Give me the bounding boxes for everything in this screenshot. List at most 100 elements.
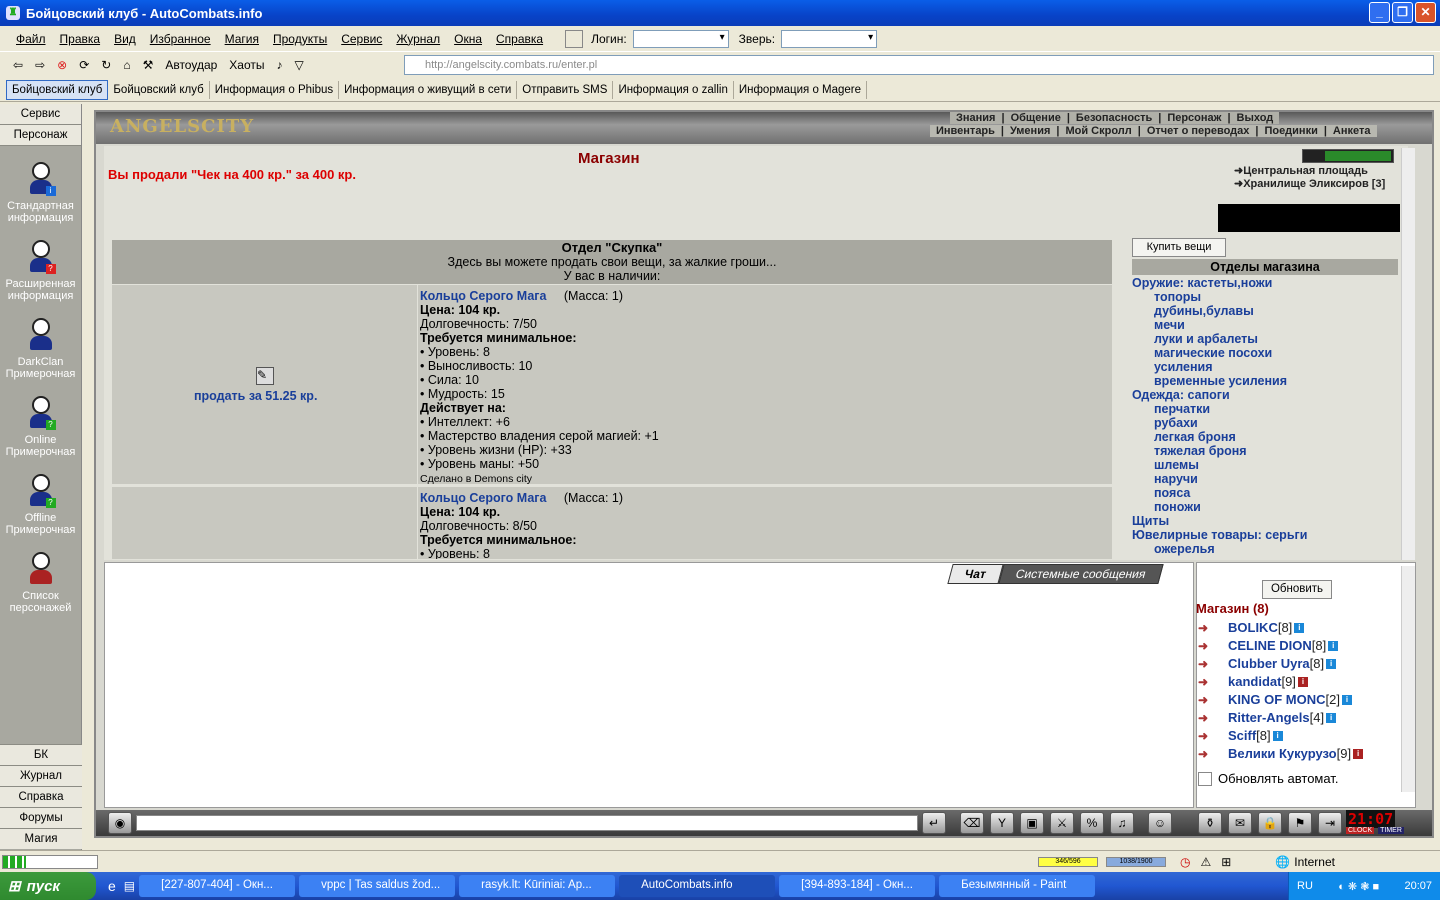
lp-service[interactable]: Сервис <box>0 104 81 125</box>
user-name[interactable]: BOLIKC <box>1228 620 1278 635</box>
lp-character-list[interactable]: Список персонажей <box>0 552 81 614</box>
menu-service[interactable]: Сервис <box>341 32 382 46</box>
exit-icon[interactable]: ⇥ <box>1318 812 1342 834</box>
sound-icon[interactable]: ♪ <box>274 58 286 72</box>
send-icon[interactable]: ↵ <box>922 812 946 834</box>
category-link[interactable]: магические посохи <box>1132 346 1398 360</box>
filter-chat-icon[interactable]: Y <box>990 812 1014 834</box>
user-name[interactable]: Ritter-Angels <box>1228 710 1310 725</box>
online-user[interactable]: ➜ Ritter-Angels [4] i <box>1198 710 1337 725</box>
stop-icon[interactable]: ⊗ <box>54 58 70 72</box>
category-link[interactable]: луки и арбалеты <box>1132 332 1398 346</box>
ie-quicklaunch-icon[interactable]: e <box>108 878 116 894</box>
filter-icon[interactable]: ▽ <box>292 58 307 72</box>
potion-icon[interactable]: ⚱ <box>1198 812 1222 834</box>
login-select[interactable] <box>632 29 729 48</box>
user-name[interactable]: CELINE DION <box>1228 638 1312 653</box>
nav-security[interactable]: Безопасность <box>1070 112 1158 124</box>
category-link[interactable]: поножи <box>1132 500 1398 514</box>
fav-fightclub[interactable]: Бойцовский клуб <box>108 80 210 99</box>
nav-scroll[interactable]: Мой Скролл <box>1059 125 1137 137</box>
lp-help[interactable]: Справка <box>0 786 82 807</box>
lp-character[interactable]: Персонаж <box>0 125 81 146</box>
home-icon[interactable]: ⌂ <box>120 58 133 72</box>
eraser-icon[interactable]: ⌫ <box>960 812 984 834</box>
nav-character[interactable]: Персонаж <box>1161 112 1227 124</box>
maximize-button[interactable]: ❐ <box>1392 2 1413 23</box>
category-link[interactable]: перчатки <box>1132 402 1398 416</box>
pet-select[interactable] <box>781 29 878 48</box>
task-button[interactable]: [394-893-184] - Окн... <box>779 875 936 897</box>
menu-magic[interactable]: Магия <box>225 32 259 46</box>
task-button[interactable]: rasyk.lt: Kūriniai: Ap... <box>459 875 616 897</box>
percent-icon[interactable]: % <box>1080 812 1104 834</box>
flag-icon[interactable]: ⚑ <box>1288 812 1312 834</box>
tab-system-messages[interactable]: Системные сообщения <box>998 564 1164 584</box>
category-link[interactable]: Ювелирные товары: серьги <box>1132 528 1398 542</box>
fight-icon[interactable]: ⚔ <box>1050 812 1074 834</box>
category-link[interactable]: топоры <box>1132 290 1398 304</box>
category-link[interactable]: наручи <box>1132 472 1398 486</box>
menu-favorites[interactable]: Избранное <box>150 32 211 46</box>
online-user[interactable]: ➜ BOLIKC [8] i <box>1198 620 1305 635</box>
category-link[interactable]: ожерелья <box>1132 542 1398 556</box>
minimize-button[interactable]: _ <box>1369 2 1390 23</box>
lock-icon[interactable]: 🔒 <box>1258 812 1282 834</box>
category-link[interactable]: Оружие: кастеты,ножи <box>1132 276 1398 290</box>
chaots-button[interactable]: Хаоты <box>226 58 267 72</box>
menu-windows[interactable]: Окна <box>454 32 482 46</box>
chat-area[interactable] <box>104 562 1194 808</box>
user-name[interactable]: kandidat <box>1228 674 1281 689</box>
back-icon[interactable]: ⇦ <box>10 58 26 72</box>
online-user[interactable]: ➜ Велики Кукурузо [9] i <box>1198 746 1364 761</box>
info-icon[interactable]: i <box>1353 748 1364 759</box>
info-icon[interactable]: i <box>1294 622 1305 633</box>
category-link[interactable]: усиления <box>1132 360 1398 374</box>
lp-forums[interactable]: Форумы <box>0 807 82 828</box>
refresh-button[interactable]: Обновить <box>1262 580 1332 599</box>
close-button[interactable]: ✕ <box>1415 2 1436 23</box>
lp-journal[interactable]: Журнал <box>0 765 82 786</box>
fav-info-phibus[interactable]: Информация о Phibus <box>210 80 340 99</box>
item-name[interactable]: Кольцо Серого Мага <box>420 289 546 303</box>
music-icon[interactable]: ♫ <box>1110 812 1134 834</box>
fav-info-zallin[interactable]: Информация о zallin <box>613 80 734 99</box>
fav-info-magere[interactable]: Информация о Magere <box>734 80 868 99</box>
refresh-icon[interactable]: ⟳ <box>76 58 92 72</box>
nav-battles[interactable]: Поединки <box>1258 125 1323 137</box>
menu-edit[interactable]: Правка <box>60 32 101 46</box>
online-user[interactable]: ➜ kandidat [9] i <box>1198 674 1308 689</box>
clock-label[interactable]: CLOCK <box>1346 827 1375 834</box>
category-link[interactable]: Одежда: сапоги <box>1132 388 1398 402</box>
category-link[interactable]: шлемы <box>1132 458 1398 472</box>
smile-icon[interactable]: ☺ <box>1148 812 1172 834</box>
lp-standard-info[interactable]: i Стандартная информация <box>0 162 81 224</box>
fav-info-online[interactable]: Информация о живущий в сети <box>339 80 518 99</box>
address-bar[interactable]: http://angelscity.combats.ru/enter.pl <box>404 55 1434 75</box>
user-name[interactable]: Велики Кукурузо <box>1228 746 1337 761</box>
buy-items-button[interactable]: Купить вещи <box>1132 238 1226 257</box>
nav-exit[interactable]: Выход <box>1231 112 1280 124</box>
lp-online-fitting[interactable]: ? Online Примерочная <box>0 396 81 458</box>
nav-skills[interactable]: Умения <box>1004 125 1056 137</box>
user-name[interactable]: Sciff <box>1228 728 1256 743</box>
online-user[interactable]: ➜ Clubber Uyra [8] i <box>1198 656 1337 671</box>
chat-input[interactable] <box>136 815 918 831</box>
task-button[interactable]: vppc | Tas saldus žod... <box>299 875 456 897</box>
category-link[interactable]: легкая броня <box>1132 430 1398 444</box>
reload-icon[interactable]: ↻ <box>98 58 114 72</box>
timer-label[interactable]: TIMER <box>1378 827 1404 834</box>
auto-update-checkbox[interactable] <box>1198 771 1212 786</box>
lp-extended-info[interactable]: ? Расширенная информация <box>0 240 81 302</box>
task-button-active[interactable]: AutoCombats.info <box>619 875 776 897</box>
forward-icon[interactable]: ⇨ <box>32 58 48 72</box>
category-link[interactable]: дубины,булавы <box>1132 304 1398 318</box>
tools-icon[interactable]: ⚒ <box>140 58 157 72</box>
lp-darkclan-fitting[interactable]: DarkClan Примерочная <box>0 318 81 380</box>
info-icon[interactable]: i <box>1272 730 1283 741</box>
desktop-quicklaunch-icon[interactable]: ▤ <box>124 879 135 893</box>
menu-help[interactable]: Справка <box>496 32 543 46</box>
online-user[interactable]: ➜ KING OF MONC [2] i <box>1198 692 1352 707</box>
menu-file[interactable]: Файл <box>16 32 46 46</box>
start-button[interactable]: ⊞ пуск <box>0 872 96 900</box>
